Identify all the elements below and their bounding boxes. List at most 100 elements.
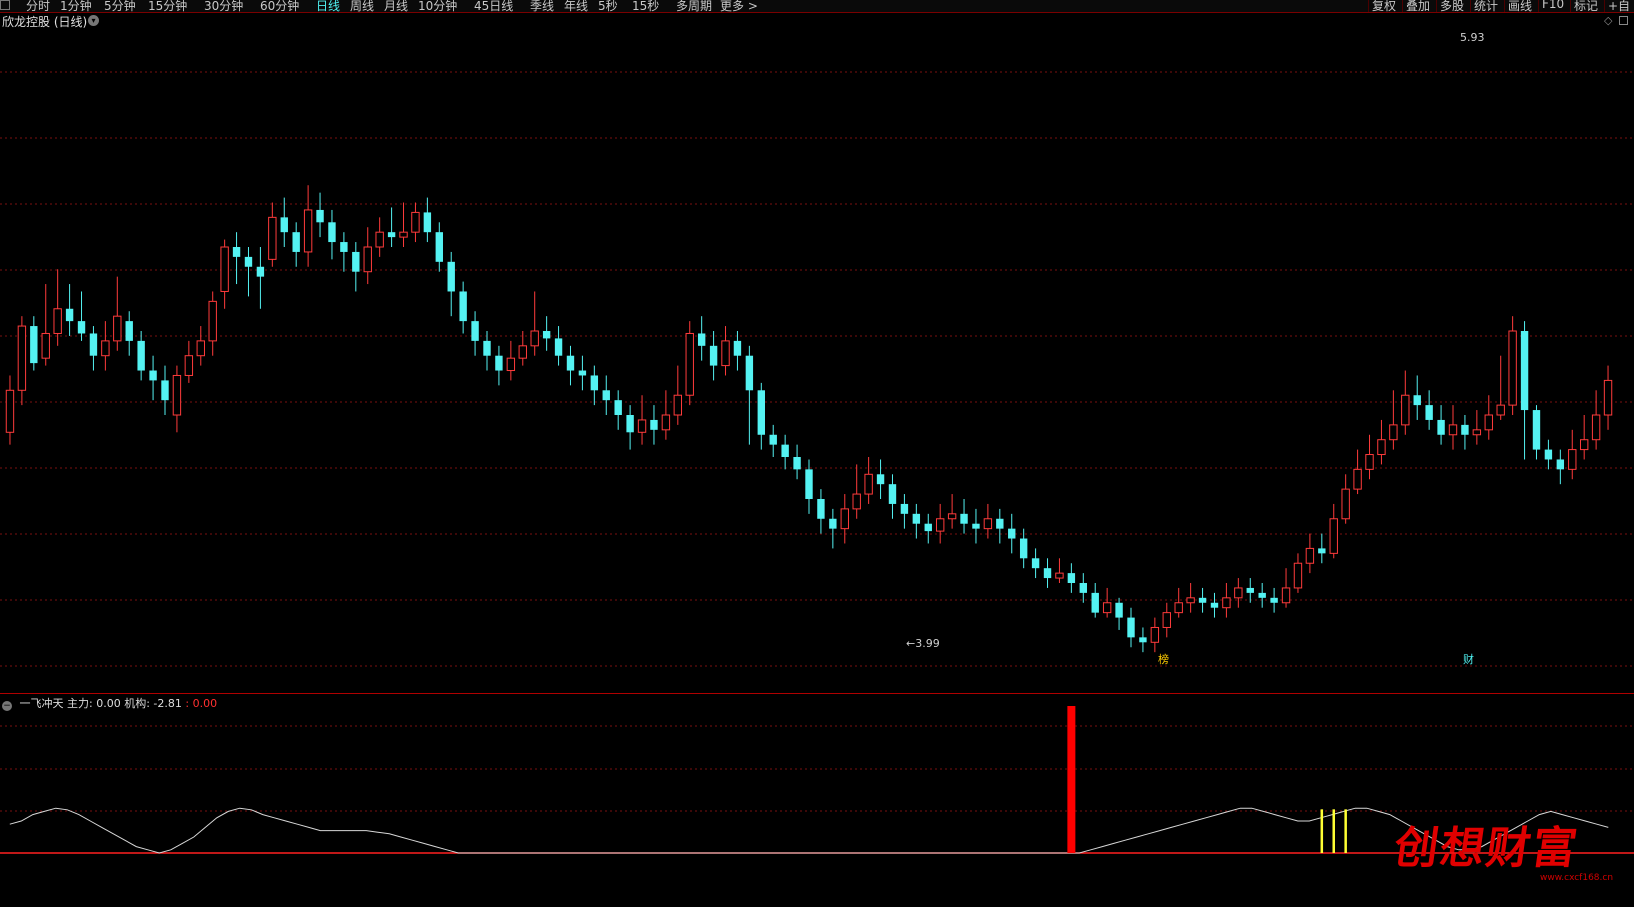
window-icon[interactable]: [0, 0, 10, 10]
candle-body: [208, 300, 217, 342]
candle-body: [661, 414, 671, 431]
candle-body: [387, 232, 396, 238]
period-tab-1[interactable]: 1分钟: [60, 0, 92, 12]
dropdown-circle-icon[interactable]: ▾: [88, 15, 99, 26]
panel-divider: [0, 693, 1634, 694]
candle-body: [1222, 597, 1231, 609]
candle-body: [459, 291, 467, 322]
period-tab-5[interactable]: 60分钟: [260, 0, 299, 12]
candle-body: [316, 209, 324, 223]
candle-body: [220, 246, 229, 292]
candle-body: [733, 340, 742, 356]
candle-body: [518, 345, 527, 359]
candle-body: [184, 355, 194, 376]
candle-body: [1162, 612, 1171, 628]
candle-body: [1389, 424, 1398, 441]
period-tab-7[interactable]: 周线: [350, 0, 374, 12]
candle-body: [1139, 637, 1147, 643]
low-price-label: ←3.99: [906, 637, 940, 650]
period-tab-9[interactable]: 10分钟: [418, 0, 457, 12]
candle-body: [232, 247, 241, 257]
candle-body: [602, 390, 610, 401]
candle-body: [1556, 459, 1565, 470]
candlestick-chart[interactable]: 5.93 ←3.99 榜 财: [0, 27, 1634, 690]
candle-body: [101, 340, 110, 357]
tool-button-1[interactable]: 叠加: [1402, 0, 1433, 12]
indicator-chart[interactable]: [0, 706, 1634, 907]
candle-body: [590, 375, 599, 391]
candle-body: [817, 499, 825, 519]
candle-body: [65, 308, 74, 322]
candle-body: [1508, 330, 1517, 406]
candle-body: [829, 518, 837, 529]
candle-body: [793, 457, 801, 470]
tool-button-4[interactable]: 画线: [1504, 0, 1535, 12]
candle-body: [1365, 454, 1374, 470]
period-tab-16[interactable]: 更多 >: [720, 0, 758, 12]
candle-body: [268, 216, 277, 260]
candle-body: [1413, 395, 1421, 406]
tool-button-5[interactable]: F10: [1538, 0, 1567, 12]
period-tab-12[interactable]: 年线: [564, 0, 588, 12]
tool-button-6[interactable]: 标记: [1570, 0, 1601, 12]
candle-body: [1008, 528, 1016, 539]
candle-body: [1270, 597, 1278, 603]
candle-body: [1496, 404, 1505, 416]
candle-body: [960, 513, 968, 524]
candle-body: [1293, 562, 1303, 589]
candle-body: [292, 232, 300, 252]
tool-button-3[interactable]: 统计: [1470, 0, 1501, 12]
candle-body: [685, 332, 694, 396]
tool-button-0[interactable]: 复权: [1368, 0, 1399, 12]
candle-body: [1019, 538, 1028, 559]
period-tab-10[interactable]: 45日线: [474, 0, 513, 12]
period-tab-0[interactable]: 分时: [26, 0, 50, 12]
period-tab-6[interactable]: 日线: [316, 0, 340, 12]
period-tab-13[interactable]: 5秒: [598, 0, 618, 12]
candle-body: [1258, 592, 1266, 598]
candle-body: [411, 211, 420, 233]
candle-body: [1281, 587, 1291, 604]
period-tab-3[interactable]: 15分钟: [148, 0, 187, 12]
period-tab-14[interactable]: 15秒: [632, 0, 659, 12]
period-tab-15[interactable]: 多周期: [676, 0, 712, 12]
candle-body: [161, 380, 169, 401]
candle-body: [1055, 572, 1064, 579]
candle-body: [30, 326, 38, 364]
candle-body: [673, 394, 683, 416]
candle-body: [1329, 518, 1338, 554]
candle-body: [781, 444, 789, 457]
candle-body: [709, 345, 718, 366]
maximize-icon[interactable]: [1619, 16, 1628, 25]
candle-body: [1377, 439, 1386, 456]
candle-body: [637, 419, 647, 433]
candle-body: [614, 400, 622, 415]
tool-button-2[interactable]: 多股: [1436, 0, 1467, 12]
candle-body: [578, 370, 587, 376]
candle-body: [1341, 488, 1350, 520]
candle-body: [852, 493, 861, 510]
period-tab-4[interactable]: 30分钟: [204, 0, 243, 12]
candle-body: [399, 231, 408, 238]
candle-body: [244, 256, 253, 267]
candle-body: [1031, 558, 1040, 569]
candle-body: [256, 266, 265, 277]
candle-body: [303, 209, 313, 253]
period-toolbar: 分时 1分钟 5分钟 15分钟 30分钟 60分钟 日线 周线 月线 10分钟 45日线 季线 年线 5秒…: [0, 0, 1634, 13]
watermark-url: www.cxcf168.cn: [1540, 873, 1614, 883]
period-tab-11[interactable]: 季线: [530, 0, 554, 12]
candle-body: [1484, 414, 1493, 431]
tool-button-7[interactable]: +自: [1604, 0, 1633, 12]
candle-body: [41, 332, 50, 359]
candle-body: [1043, 568, 1052, 579]
period-tab-8[interactable]: 月线: [384, 0, 408, 12]
signal-bar-red: [1067, 706, 1076, 853]
candle-body: [1568, 449, 1577, 470]
candle-body: [5, 389, 15, 433]
period-tab-2[interactable]: 5分钟: [104, 0, 136, 12]
diamond-icon[interactable]: ◇: [1604, 14, 1612, 27]
candle-body: [1401, 394, 1410, 426]
candle-body: [697, 333, 706, 346]
candle-body: [1603, 379, 1613, 416]
high-price-label: 5.93: [1460, 31, 1485, 44]
